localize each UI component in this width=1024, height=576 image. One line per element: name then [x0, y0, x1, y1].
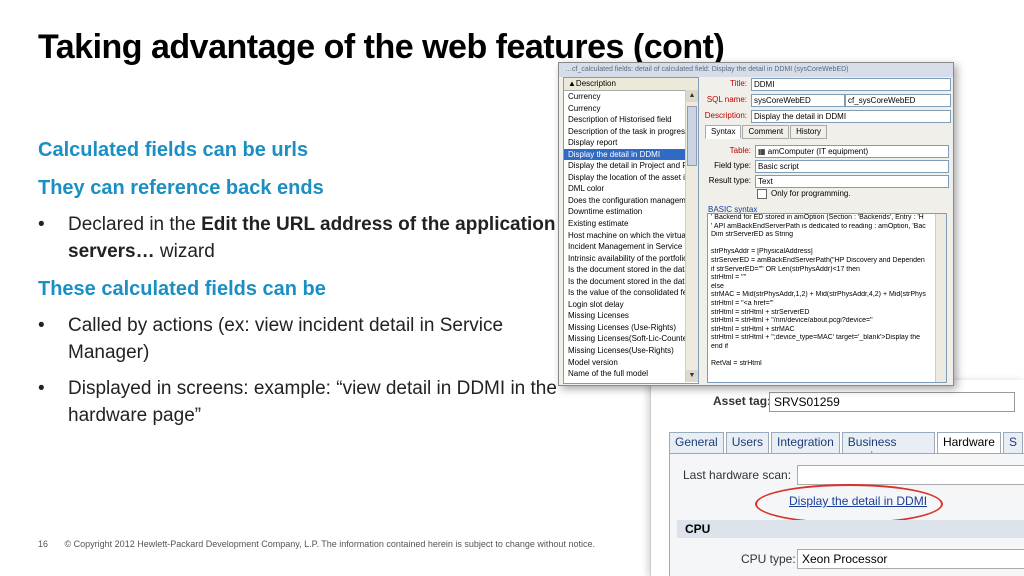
cpu-type-field[interactable]: Xeon Processor	[797, 549, 1024, 569]
asset-tag-label: Asset tag:	[713, 394, 772, 408]
slide-footer: 16 © Copyright 2012 Hewlett-Packard Deve…	[38, 539, 595, 549]
code-line: ' API amBackEndServerPath is dedicated t…	[711, 222, 926, 230]
code-line: strHtml = strHtml + ";device_type=MAC' t…	[711, 334, 920, 342]
code-line: Dim strServerED as String	[711, 231, 794, 239]
list-item[interactable]: Missing Licenses(Soft-Lic-Counter)	[564, 333, 686, 345]
list-item[interactable]: Downtime estimation	[564, 206, 686, 218]
page-number: 16	[38, 539, 49, 549]
bullet-list-2: Called by actions (ex: view incident det…	[38, 313, 558, 429]
code-line: strHtml = strHtml + strServerED	[711, 308, 810, 316]
bullet-displayed-in-screens: Displayed in screens: example: “view det…	[38, 376, 558, 429]
list-item[interactable]: Existing estimate	[564, 218, 686, 230]
tab-syntax[interactable]: Syntax	[705, 125, 742, 139]
heading-back-ends: They can reference back ends	[38, 177, 324, 199]
list-item[interactable]: Missing Licenses	[564, 310, 686, 322]
code-line: strPhysAddr = [PhysicalAddress]	[711, 248, 813, 256]
code-line: if strServerED="" OR Len(strPhysAddr)<17…	[711, 265, 860, 273]
bullet-called-by-actions: Called by actions (ex: view incident det…	[38, 313, 558, 366]
code-line: RetVal = strHtml	[711, 360, 762, 368]
asset-tag-field[interactable]: SRVS01259	[769, 392, 1015, 412]
tab-comment[interactable]: Comment	[742, 125, 790, 139]
bullet-declared: Declared in the Edit the URL address of …	[38, 212, 558, 265]
list-item[interactable]: Does the configuration managemer	[564, 195, 686, 207]
ddmi-detail-link[interactable]: Display the detail in DDMI	[789, 494, 927, 508]
list-scrollbar[interactable]: ▲ ▼	[685, 90, 698, 382]
list-item[interactable]: Is the document stored in the datab	[564, 264, 686, 276]
list-item[interactable]: Display the detail in Project and Po	[564, 160, 686, 172]
basic-code-editor[interactable]: ' Backend for ED stored in amOption (Sec…	[707, 213, 947, 383]
resulttype-label: Result type:	[708, 176, 751, 185]
list-item[interactable]: Display the location of the asset in	[564, 172, 686, 184]
title-field[interactable]: DDMI	[751, 78, 951, 91]
list-item[interactable]: Missing Licenses(Use-Rights)	[564, 345, 686, 357]
bullet-list-1: Declared in the Edit the URL address of …	[38, 212, 558, 265]
only-programming-checkbox[interactable]	[757, 189, 767, 199]
list-items: Currency Currency Description of Historise…	[564, 91, 698, 380]
list-item[interactable]: Host machine on which the virtual r	[564, 230, 686, 242]
fieldtype-select[interactable]: Basic script	[755, 160, 949, 173]
list-item[interactable]: Is the document stored in the datab	[564, 276, 686, 288]
list-item[interactable]: Intrinsic availability of the portfolio …	[564, 253, 686, 265]
description-label: Description:	[704, 111, 747, 120]
scroll-down-icon[interactable]: ▼	[686, 370, 698, 382]
code-line: ' Backend for ED stored in amOption (Sec…	[711, 214, 924, 221]
code-line: strHtml = strHtml + "/nm/device/about.pc…	[711, 317, 873, 325]
only-programming-label: Only for programming.	[771, 189, 851, 198]
sqlname-field-2[interactable]: cf_sysCoreWebED	[845, 94, 951, 107]
cpu-type-label: CPU type:	[741, 552, 796, 566]
tab-history[interactable]: History	[790, 125, 828, 139]
sqlname-field[interactable]: sysCoreWebED	[751, 94, 845, 107]
code-lines: ' Backend for ED stored in amOption (Sec…	[708, 214, 946, 369]
code-line: else	[711, 282, 724, 290]
code-line: strHtml = "<a href='"	[711, 299, 774, 307]
calculated-field-dialog: …cf_calculated fields: detail of calcula…	[558, 62, 954, 386]
table-icon: ▦	[758, 147, 768, 156]
list-item[interactable]: Missing Licenses (Use-Rights)	[564, 322, 686, 334]
sqlname-label: SQL name:	[706, 95, 747, 104]
code-line: strHtml = ""	[711, 274, 747, 282]
code-line: strServerED = amBackEndServerPath("HP Di…	[711, 256, 925, 264]
description-field[interactable]: Display the detail in DDMI	[751, 110, 951, 123]
code-line: end if	[711, 342, 729, 350]
list-item[interactable]: Is the value of the consolidated fea	[564, 287, 686, 299]
list-item[interactable]: Display report	[564, 137, 686, 149]
dialog-titlebar: …cf_calculated fields: detail of calcula…	[559, 63, 953, 77]
copyright-text: © Copyright 2012 Hewlett-Packard Develop…	[64, 539, 595, 549]
list-item[interactable]: Name of the full model	[564, 368, 686, 380]
list-item[interactable]: Login slot delay	[564, 299, 686, 311]
heading-calculated-can-be: These calculated fields can be	[38, 278, 326, 301]
bullet-declared-post: wizard	[154, 240, 215, 262]
table-label: Table:	[729, 146, 751, 155]
last-scan-field[interactable]	[797, 465, 1024, 485]
dialog-tabs: Syntax Comment History	[705, 125, 828, 139]
list-item[interactable]: Display the detail in DDMI	[564, 148, 686, 161]
list-item[interactable]: Model version	[564, 357, 686, 369]
code-line: strMAC = Mid(strPhysAddr,1,2) + Mid(strP…	[711, 291, 926, 299]
code-scrollbar[interactable]	[935, 214, 946, 382]
list-item[interactable]: Description of the task in progress	[564, 126, 686, 138]
heading-calculated-fields: Calculated fields can be urls	[38, 139, 309, 161]
title-label: Title:	[729, 79, 747, 88]
description-list[interactable]: ▲Description Currency Currency Description…	[563, 77, 699, 384]
list-item[interactable]: DML color	[564, 183, 686, 195]
table-value: amComputer (IT equipment)	[767, 147, 869, 156]
code-line: strHtml = strHtml + strMAC	[711, 325, 795, 333]
resulttype-select[interactable]: Text	[755, 175, 949, 188]
cpu-section-header: CPU	[677, 520, 1024, 538]
list-item[interactable]: Incident Management in Service M	[564, 241, 686, 253]
hardware-page-screenshot: Asset tag: SRVS01259 General Users Integ…	[650, 380, 1024, 576]
table-field[interactable]: ▦ amComputer (IT equipment)	[755, 145, 949, 158]
last-scan-label: Last hardware scan:	[683, 468, 792, 482]
slide-body: Calculated fields can be urls They can r…	[38, 136, 558, 440]
fieldtype-label: Field type:	[714, 161, 751, 170]
bullet-declared-pre: Declared in the	[68, 214, 202, 235]
